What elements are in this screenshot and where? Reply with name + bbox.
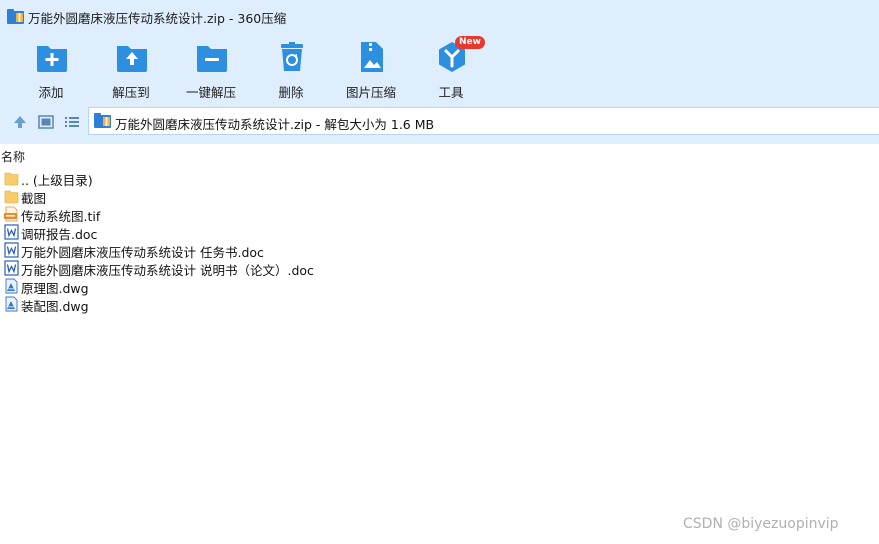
up-arrow-icon[interactable] bbox=[11, 113, 29, 131]
image-compress-label: 图片压缩 bbox=[345, 85, 396, 100]
navigation-bar: 万能外圆磨床液压传动系统设计.zip - 解包大小为 1.6 MB bbox=[0, 100, 879, 144]
word-doc-icon bbox=[4, 224, 19, 240]
recycle-bin-icon bbox=[281, 42, 303, 71]
image-compress-icon bbox=[361, 42, 383, 72]
add-folder-icon bbox=[37, 46, 67, 72]
image-compress-button[interactable]: 图片压缩 bbox=[331, 38, 411, 100]
extract-to-label: 解压到 bbox=[112, 85, 150, 100]
one-click-extract-label: 一键解压 bbox=[185, 85, 236, 100]
dwg-cad-icon bbox=[5, 296, 18, 312]
delete-button[interactable]: 删除 bbox=[251, 38, 331, 100]
list-item[interactable]: 万能外圆磨床液压传动系统设计 任务书.doc bbox=[3, 241, 503, 260]
path-text: 万能外圆磨床液压传动系统设计.zip - 解包大小为 1.6 MB bbox=[115, 117, 435, 132]
list-item[interactable]: 原理图.dwg bbox=[3, 277, 503, 296]
list-item[interactable]: 万能外圆磨床液压传动系统设计 说明书（论文）.doc bbox=[3, 259, 503, 278]
zip-archive-icon bbox=[7, 9, 24, 24]
list-item[interactable]: 调研报告.doc bbox=[3, 223, 503, 242]
watermark-text: CSDN @biyezuopinvip bbox=[683, 516, 839, 532]
new-badge: New bbox=[455, 36, 485, 49]
thumbnail-view-icon[interactable] bbox=[37, 113, 55, 131]
tools-label: 工具 bbox=[438, 85, 464, 100]
dwg-cad-icon bbox=[5, 278, 18, 294]
add-button[interactable]: 添加 bbox=[11, 38, 91, 100]
delete-label: 删除 bbox=[278, 85, 304, 100]
add-label: 添加 bbox=[38, 85, 64, 100]
one-click-extract-button[interactable]: 一键解压 bbox=[171, 38, 251, 100]
list-item[interactable]: .. (上级目录) bbox=[3, 169, 503, 188]
one-click-extract-icon bbox=[197, 46, 227, 72]
file-name: 装配图.dwg bbox=[21, 299, 89, 314]
window-title: 万能外圆磨床液压传动系统设计.zip - 360压缩 bbox=[28, 11, 287, 26]
extract-to-folder-icon bbox=[117, 46, 147, 72]
list-item[interactable]: 传动系统图.tif bbox=[3, 205, 503, 224]
tools-button[interactable]: New 工具 bbox=[411, 36, 491, 100]
list-view-icon[interactable] bbox=[63, 113, 81, 131]
file-list: 名称 .. (上级目录) 截图 传动系统图.tif 调研报告.doc 万能外圆磨… bbox=[0, 144, 879, 544]
zip-archive-icon bbox=[94, 113, 111, 128]
list-item[interactable]: 装配图.dwg bbox=[3, 295, 503, 314]
tif-image-icon bbox=[4, 206, 18, 222]
extract-to-button[interactable]: 解压到 bbox=[91, 38, 171, 100]
word-doc-icon bbox=[4, 260, 19, 276]
path-bar[interactable]: 万能外圆磨床液压传动系统设计.zip - 解包大小为 1.6 MB bbox=[88, 107, 879, 135]
folder-icon bbox=[4, 172, 19, 186]
list-item[interactable]: 截图 bbox=[3, 187, 503, 206]
column-header-name[interactable]: 名称 bbox=[1, 148, 25, 165]
title-bar: 万能外圆磨床液压传动系统设计.zip - 360压缩 bbox=[0, 0, 879, 32]
folder-icon bbox=[4, 190, 19, 204]
word-doc-icon bbox=[4, 242, 19, 258]
main-toolbar: 添加 解压到 一键解压 删除 图片压缩 New 工具 bbox=[0, 32, 879, 100]
